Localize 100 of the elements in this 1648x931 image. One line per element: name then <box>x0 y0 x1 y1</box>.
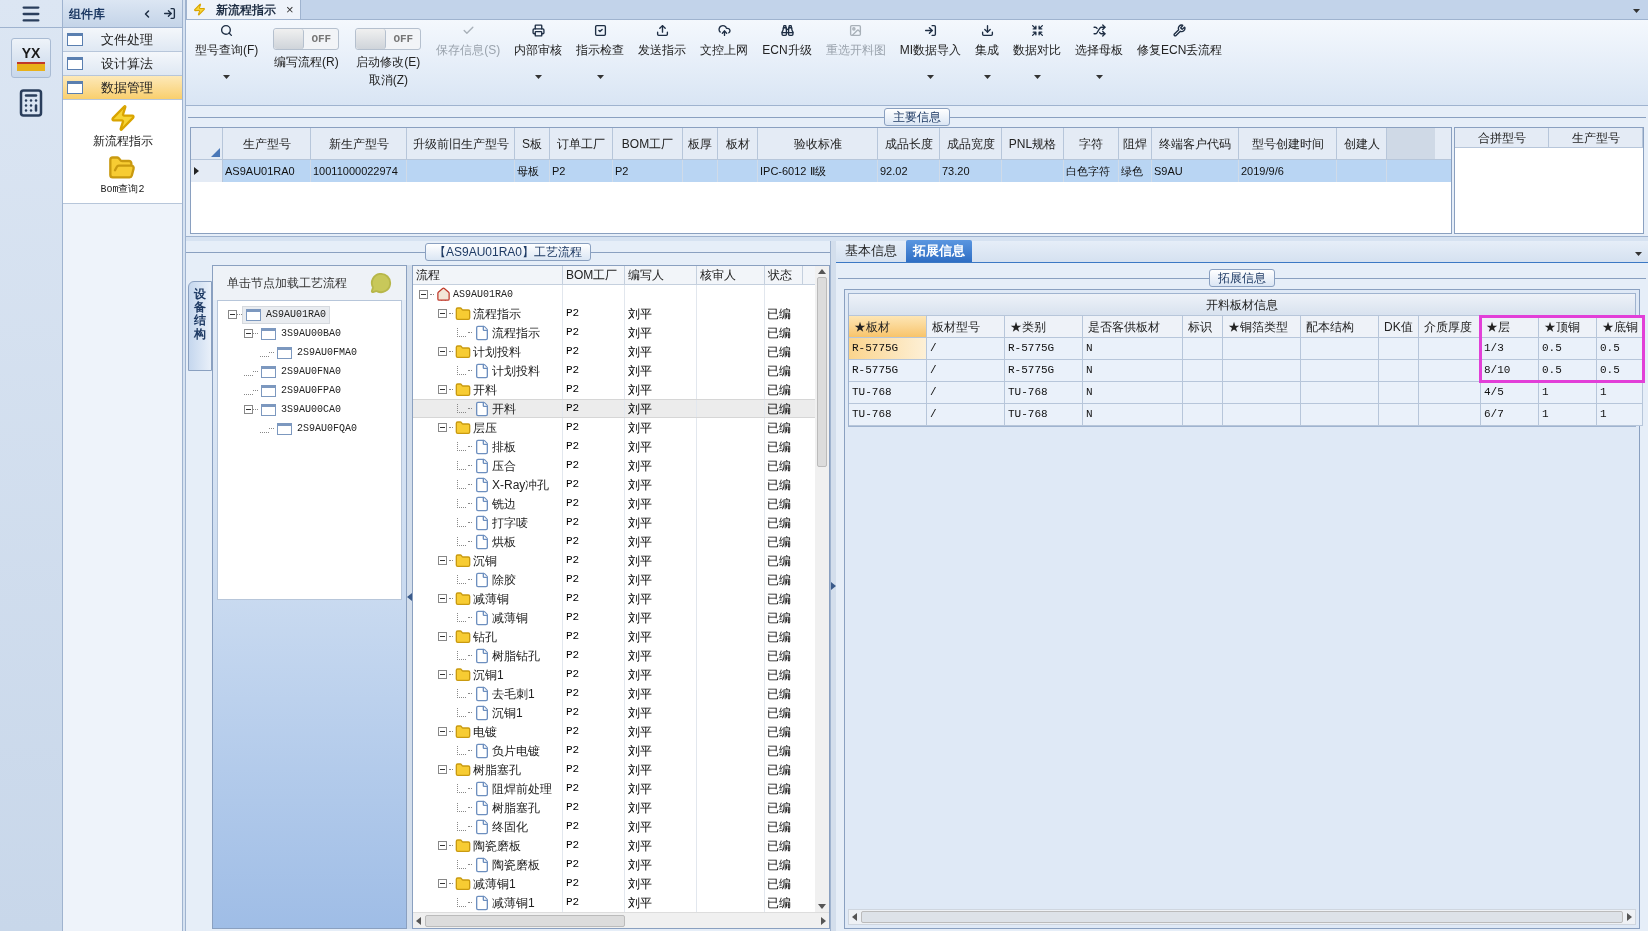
tree-node[interactable]: AS9AU01RA0 <box>242 305 330 324</box>
document-tab[interactable]: 新流程指示 × <box>186 0 301 19</box>
toolbar-button[interactable]: 内部审核 <box>507 24 570 102</box>
scroll-left-icon[interactable] <box>416 916 421 925</box>
column-header[interactable]: 终端客户代码 <box>1152 128 1239 159</box>
collapse-toggle-icon[interactable] <box>438 347 447 356</box>
collapse-toggle-icon[interactable] <box>438 879 447 888</box>
tree-row[interactable]: 陶瓷磨板 P2 刘平 已编 <box>413 855 815 874</box>
toolbar-button[interactable]: 指示检查 <box>569 24 632 102</box>
tree-row[interactable]: 开料 P2 刘平 已编 <box>413 399 815 418</box>
tree-node[interactable]: 2S9AU0FPA0 <box>258 381 344 400</box>
collapse-toggle-icon[interactable] <box>438 309 447 318</box>
tree-node[interactable]: 3S9AU00BA0 <box>258 324 344 343</box>
collapse-toggle-icon[interactable] <box>438 423 447 432</box>
app-logo[interactable]: YX <box>11 38 51 78</box>
scroll-down-icon[interactable] <box>818 904 826 909</box>
column-header[interactable]: 生产型号 <box>1549 128 1643 147</box>
column-header[interactable]: 标识 <box>1183 316 1223 338</box>
column-header[interactable]: 字符 <box>1064 128 1119 159</box>
tree-row[interactable]: 阻焊前处理 P2 刘平 已编 <box>413 779 815 798</box>
column-header[interactable]: ★铜箔类型 <box>1223 316 1301 338</box>
column-header[interactable]: 成品宽度 <box>940 128 1002 159</box>
column-header[interactable]: DK值 <box>1379 316 1419 338</box>
scroll-left-icon[interactable] <box>852 913 857 921</box>
collapse-toggle-icon[interactable] <box>438 841 447 850</box>
tree-row[interactable]: 流程指示 P2 刘平 已编 <box>413 323 815 342</box>
tree-node[interactable]: 3S9AU00CA0 <box>258 400 344 419</box>
column-header[interactable]: 板材型号 <box>927 316 1005 338</box>
tree-row[interactable]: 树脂钻孔 P2 刘平 已编 <box>413 646 815 665</box>
toolbar-button[interactable]: 数据对比 <box>1006 24 1068 102</box>
column-header[interactable]: ★板材 <box>849 316 927 338</box>
tab[interactable]: 拓展信息 <box>906 240 972 262</box>
scrollbar-thumb[interactable] <box>817 277 827 467</box>
column-header[interactable]: ★底铜 <box>1597 316 1643 338</box>
collapse-toggle-icon[interactable] <box>438 670 447 679</box>
tree-row[interactable]: 树脂塞孔 P2 刘平 已编 <box>413 798 815 817</box>
tree-row[interactable]: 压合 P2 刘平 已编 <box>413 456 815 475</box>
tree-row[interactable]: 减薄铜1 P2 刘平 已编 <box>413 874 815 893</box>
tree-row[interactable]: 陶瓷磨板 P2 刘平 已编 <box>413 836 815 855</box>
collapse-toggle-icon[interactable] <box>438 727 447 736</box>
tree-row[interactable]: AS9AU01RA0 <box>413 285 815 304</box>
column-header[interactable]: S板 <box>515 128 550 159</box>
tree-row[interactable]: 铣边 P2 刘平 已编 <box>413 494 815 513</box>
tree-row[interactable]: 树脂塞孔 P2 刘平 已编 <box>413 760 815 779</box>
column-header[interactable]: PNL规格 <box>1002 128 1064 159</box>
column-header[interactable]: 编写人 <box>625 266 697 284</box>
tree-row[interactable]: 除胶 P2 刘平 已编 <box>413 570 815 589</box>
tree-row[interactable]: 减薄铜 P2 刘平 已编 <box>413 608 815 627</box>
collapse-arrow-icon[interactable] <box>407 593 412 601</box>
tree-row[interactable]: 去毛刺1 P2 刘平 已编 <box>413 684 815 703</box>
component-item[interactable]: 数据管理 <box>63 76 182 100</box>
column-header[interactable]: 核审人 <box>697 266 765 284</box>
tree-row[interactable]: 沉铜 P2 刘平 已编 <box>413 551 815 570</box>
column-header[interactable]: 状态 <box>765 266 803 284</box>
tree-row[interactable]: 流程指示 P2 刘平 已编 <box>413 304 815 323</box>
scroll-right-icon[interactable] <box>1627 913 1632 921</box>
tree-row[interactable]: 烘板 P2 刘平 已编 <box>413 532 815 551</box>
tree-node[interactable]: 2S9AU0FQA0 <box>274 419 360 438</box>
column-header[interactable]: 升级前旧生产型号 <box>407 128 515 159</box>
tree-row[interactable]: 电镀 P2 刘平 已编 <box>413 722 815 741</box>
side-tab[interactable]: 设备结构 <box>188 281 212 371</box>
column-header[interactable]: BOM工厂 <box>613 128 683 159</box>
column-header[interactable]: 是否客供板材 <box>1083 316 1183 338</box>
column-header[interactable]: BOM工厂 <box>563 266 625 284</box>
tree-row[interactable]: 计划投料 P2 刘平 已编 <box>413 361 815 380</box>
horizontal-scrollbar[interactable] <box>413 912 829 928</box>
toggle-switch[interactable]: OFF <box>355 28 422 50</box>
column-header[interactable]: 合拼型号 <box>1455 128 1549 147</box>
tab[interactable]: 基本信息 <box>838 240 904 262</box>
scrollbar-thumb[interactable] <box>425 914 625 927</box>
collapse-toggle-icon[interactable] <box>438 385 447 394</box>
column-header[interactable]: 新生产型号 <box>311 128 407 159</box>
toolbar-button[interactable]: 选择母板 <box>1068 24 1130 102</box>
column-header[interactable]: 生产型号 <box>223 128 311 159</box>
collapse-toggle-icon[interactable] <box>438 765 447 774</box>
horizontal-scrollbar[interactable] <box>848 909 1636 925</box>
column-header[interactable]: 订单工厂 <box>550 128 613 159</box>
tree-row[interactable]: 钻孔 P2 刘平 已编 <box>413 627 815 646</box>
collapse-toggle-icon[interactable] <box>438 594 447 603</box>
toolbar-button[interactable]: 集成 <box>968 24 1006 102</box>
column-header[interactable]: 型号创建时间 <box>1239 128 1337 159</box>
column-header[interactable]: 成品长度 <box>878 128 940 159</box>
toolbar-button[interactable]: ECN升级 <box>755 24 819 102</box>
shortcut-button[interactable]: Bom查询2 <box>100 150 145 197</box>
column-header[interactable]: 板材 <box>718 128 758 159</box>
collapse-toggle-icon[interactable] <box>419 290 428 299</box>
table-row[interactable]: AS9AU01RA0 10011000022974 母板 P2 P2 IPC-6012 Ⅱ级 92.02 73.20 白色字符 绿色 S9AU 2019/9/6 <box>191 160 1451 182</box>
collapse-toggle-icon[interactable] <box>438 632 447 641</box>
column-header[interactable]: 配本结构 <box>1301 316 1379 338</box>
column-header[interactable]: 介质厚度 <box>1419 316 1481 338</box>
dock-icon[interactable] <box>163 7 176 20</box>
scrollbar-thumb[interactable] <box>861 911 1623 923</box>
collapse-toggle-icon[interactable] <box>438 556 447 565</box>
component-item[interactable]: 设计算法 <box>63 52 182 76</box>
tree-row[interactable]: 打字唛 P2 刘平 已编 <box>413 513 815 532</box>
toggle-switch[interactable]: OFF <box>273 28 340 50</box>
tree-node[interactable]: 2S9AU0FMA0 <box>274 343 360 362</box>
column-header[interactable]: 验收标准 <box>758 128 878 159</box>
shortcut-button[interactable]: 新流程指示 <box>92 100 153 150</box>
collapse-toggle-icon[interactable] <box>244 405 253 414</box>
